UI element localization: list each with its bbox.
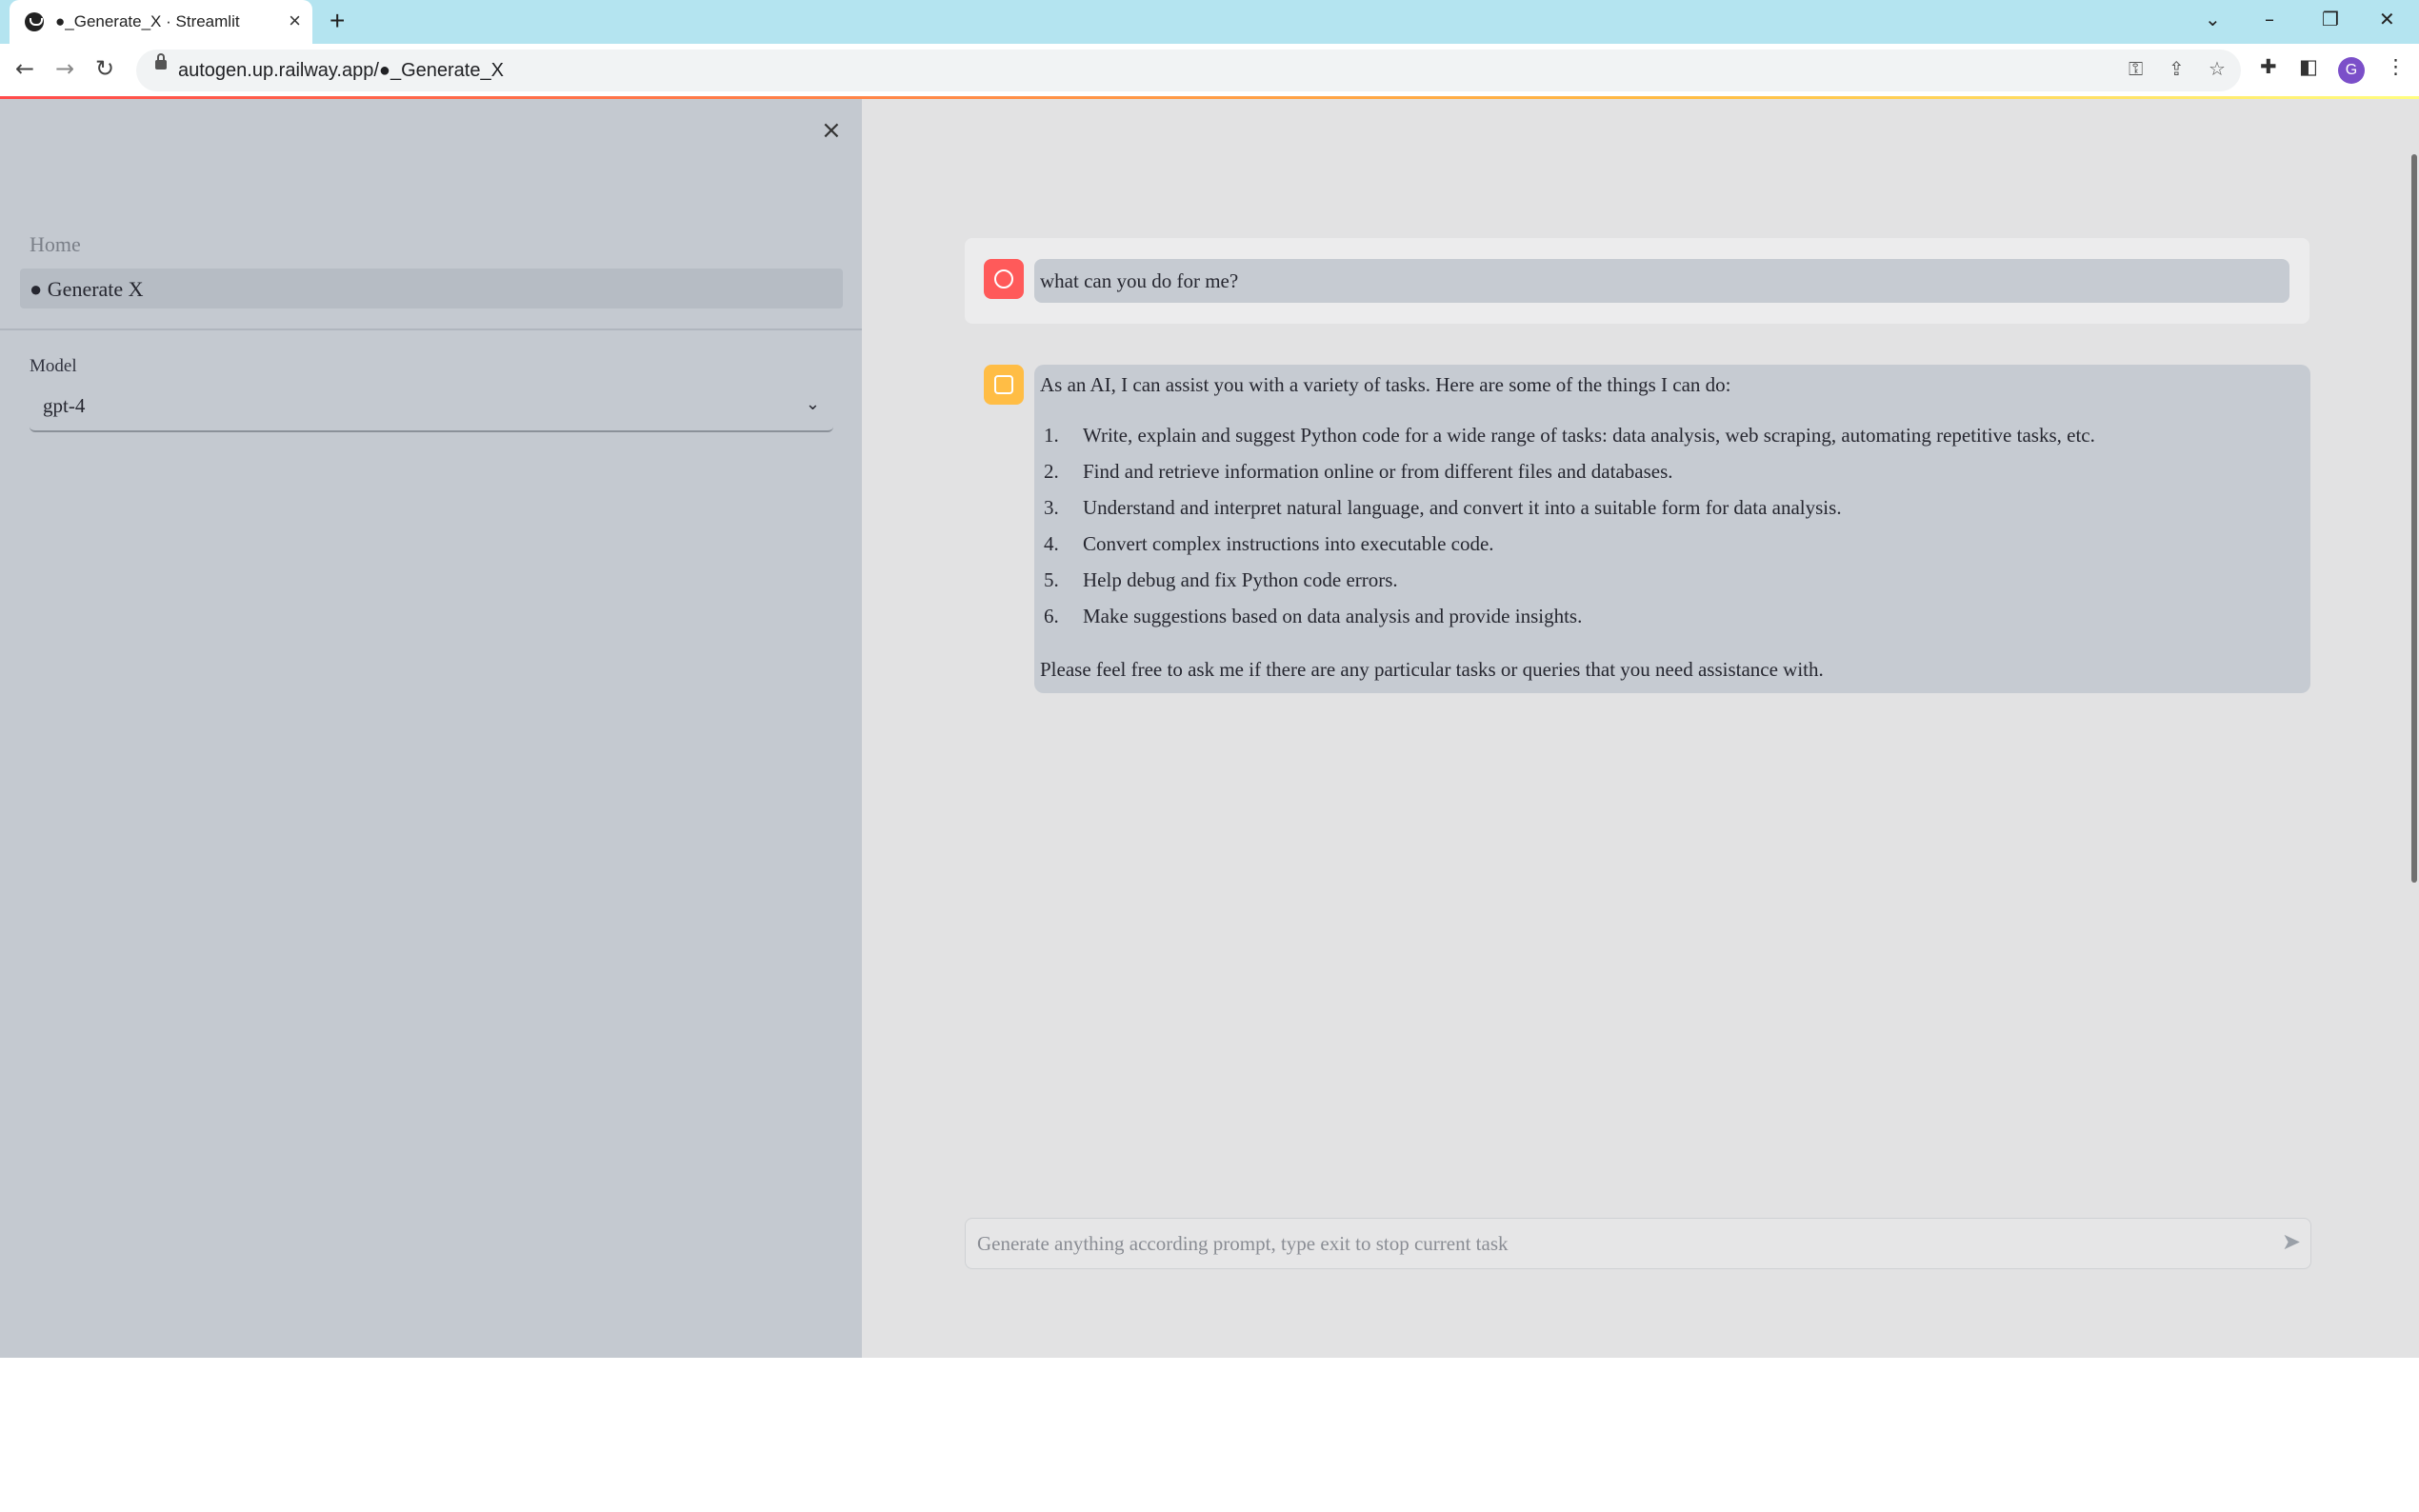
sidebar-item-label: ● Generate X	[30, 277, 144, 301]
list-item-text: Convert complex instructions into execut…	[1083, 532, 1494, 555]
robot-icon	[984, 365, 1024, 405]
list-item-text: Write, explain and suggest Python code f…	[1083, 424, 2095, 447]
chat-input-container: ➤	[965, 1218, 2311, 1269]
sidebar-divider	[0, 328, 862, 330]
extensions-icon[interactable]: ✚	[2260, 55, 2277, 78]
forward-arrow-icon[interactable]: →	[55, 55, 74, 82]
list-item-number: 4.	[1044, 532, 1059, 555]
user-message-bubble: what can you do for me?	[1034, 259, 2289, 303]
address-bar[interactable]: autogen.up.railway.app/●_Generate_X ⚿ ⇪ …	[136, 50, 2241, 91]
list-item-text: Understand and interpret natural languag…	[1083, 496, 1842, 519]
scrollbar[interactable]	[2411, 154, 2417, 883]
sidebar-item-home[interactable]: Home	[30, 232, 81, 257]
below-viewport-area	[0, 1358, 2419, 1512]
list-item-text: Help debug and fix Python code errors.	[1083, 568, 1398, 591]
chat-input[interactable]	[975, 1228, 2255, 1259]
restore-button[interactable]: ❐	[2322, 8, 2339, 30]
tab-search-icon[interactable]: ⌄	[2205, 8, 2221, 30]
user-face-icon	[984, 259, 1024, 299]
sidebar-item-generate-x[interactable]: ● Generate X	[20, 269, 843, 308]
sidebar: × Home ● Generate X Model gpt-4 ⌄	[0, 99, 862, 1358]
list-item-number: 1.	[1044, 424, 1059, 447]
window-close-button[interactable]: ✕	[2379, 8, 2395, 30]
streamlit-favicon-icon	[25, 12, 44, 31]
sidebar-close-icon[interactable]: ×	[821, 116, 842, 145]
list-item-number: 6.	[1044, 605, 1059, 627]
assistant-outro-text: Please feel free to ask me if there are …	[1040, 658, 1824, 681]
tab-close-icon[interactable]: ×	[289, 9, 301, 33]
back-arrow-icon[interactable]: ←	[15, 55, 34, 82]
send-icon[interactable]: ➤	[2282, 1228, 2301, 1255]
assistant-intro-text: As an AI, I can assist you with a variet…	[1040, 373, 1731, 396]
share-icon[interactable]: ⇪	[2169, 57, 2185, 80]
tab-title: ●_Generate_X · Streamlit	[55, 12, 240, 30]
star-icon[interactable]: ☆	[2209, 57, 2226, 80]
list-item-text: Find and retrieve information online or …	[1083, 460, 1673, 483]
model-select[interactable]: gpt-4 ⌄	[30, 383, 833, 432]
key-icon[interactable]: ⚿	[2129, 57, 2143, 80]
list-item-text: Make suggestions based on data analysis …	[1083, 605, 1583, 627]
assistant-message-bubble: As an AI, I can assist you with a variet…	[1034, 365, 2310, 693]
profile-avatar[interactable]: G	[2338, 57, 2365, 84]
list-item-number: 3.	[1044, 496, 1059, 519]
user-message-text: what can you do for me?	[1040, 269, 1239, 292]
side-panel-icon[interactable]: ◧	[2299, 55, 2318, 78]
model-label: Model	[30, 356, 77, 376]
minimize-button[interactable]: –	[2265, 8, 2274, 30]
list-item-number: 5.	[1044, 568, 1059, 591]
browser-toolbar: ← → ↻ autogen.up.railway.app/●_Generate_…	[0, 44, 2419, 97]
browser-tab-bar: ●_Generate_X · Streamlit × + ⌄ – ❐ ✕	[0, 0, 2419, 44]
chevron-down-icon[interactable]: ⌄	[806, 394, 820, 414]
new-tab-button[interactable]: +	[330, 6, 345, 36]
lock-icon[interactable]	[155, 53, 167, 70]
kebab-menu-icon[interactable]: ⋮	[2386, 55, 2406, 78]
list-item-number: 2.	[1044, 460, 1059, 483]
reload-icon[interactable]: ↻	[95, 55, 114, 82]
model-selected-value: gpt-4	[43, 394, 86, 417]
url-text[interactable]: autogen.up.railway.app/●_Generate_X	[178, 60, 504, 82]
browser-tab[interactable]: ●_Generate_X · Streamlit ×	[10, 0, 312, 44]
